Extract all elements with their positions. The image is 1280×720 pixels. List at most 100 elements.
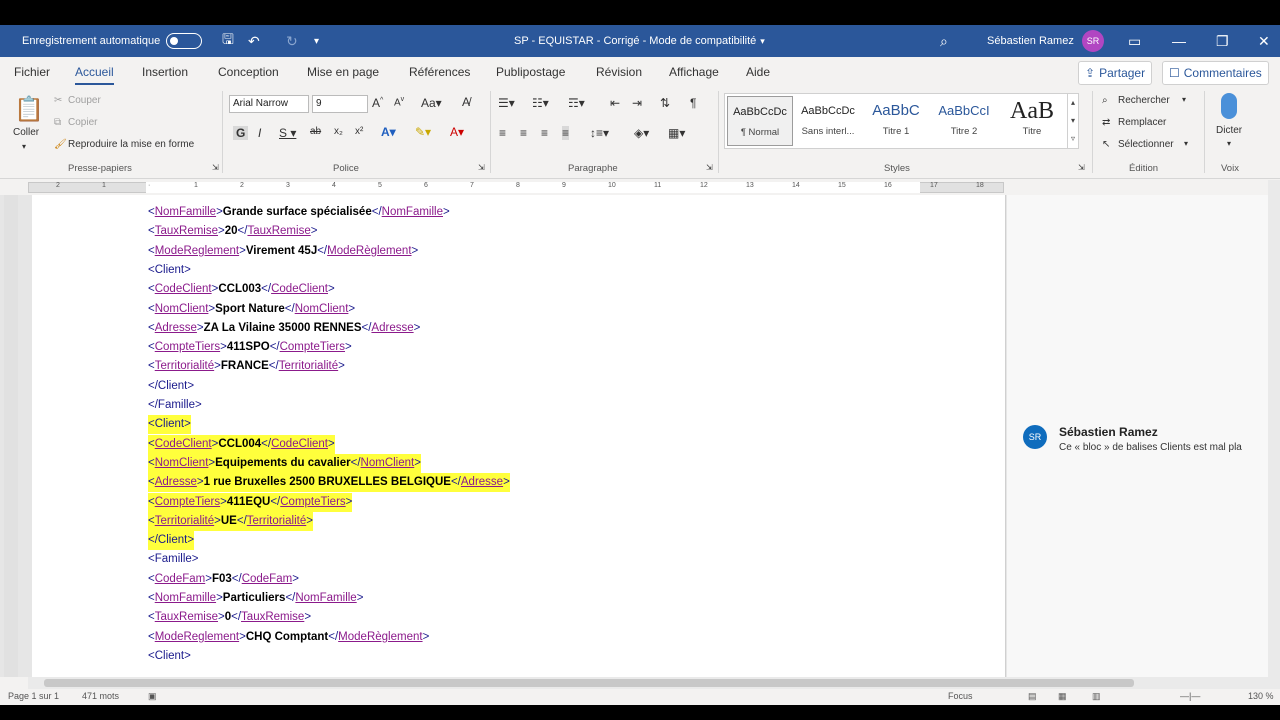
style-heading-2[interactable]: AaBbCcI Titre 2 xyxy=(931,96,997,146)
tab-aide[interactable]: Aide xyxy=(746,65,770,79)
xml-line[interactable]: </Client> xyxy=(148,377,194,396)
print-layout-icon[interactable]: ▦ xyxy=(1058,691,1067,702)
word-count[interactable]: 471 mots xyxy=(82,691,119,701)
paragraph-launcher-icon[interactable]: ⇲ xyxy=(706,163,713,172)
autosave-toggle[interactable] xyxy=(166,33,203,49)
select-icon[interactable]: ↖ xyxy=(1102,139,1110,150)
xml-line[interactable]: <NomFamille>Grande surface spécialisée</… xyxy=(148,203,450,222)
chevron-down-icon[interactable]: ▾ xyxy=(1182,95,1186,104)
text-effects-icon[interactable]: A▾ xyxy=(381,125,396,139)
clipboard-launcher-icon[interactable]: ⇲ xyxy=(212,163,219,172)
find-icon[interactable]: ⌕ xyxy=(1102,95,1108,106)
tab-accueil[interactable]: Accueil xyxy=(75,65,114,85)
user-avatar[interactable]: SR xyxy=(1082,30,1104,52)
style-heading-1[interactable]: AaBbC Titre 1 xyxy=(863,96,929,146)
tab-references[interactable]: Références xyxy=(409,65,470,79)
search-icon[interactable]: ⌕ xyxy=(940,25,948,57)
xml-line[interactable]: <Client> xyxy=(148,647,191,666)
paste-button[interactable]: Coller xyxy=(13,127,39,138)
shading-icon[interactable]: ◈▾ xyxy=(634,126,649,140)
line-spacing-icon[interactable]: ↕≡▾ xyxy=(590,126,609,140)
pilcrow-icon[interactable]: ¶ xyxy=(690,96,696,110)
web-layout-icon[interactable]: ▥ xyxy=(1092,691,1101,702)
tab-fichier[interactable]: Fichier xyxy=(14,65,50,79)
shrink-font-icon[interactable]: Av xyxy=(394,96,404,108)
xml-line[interactable]: <CompteTiers>411EQU</CompteTiers> xyxy=(148,492,353,512)
dictate-button[interactable]: Dicter xyxy=(1216,125,1242,136)
save-icon[interactable]: 🖫 xyxy=(222,25,234,57)
xml-line[interactable]: <ModeReglement>CHQ Comptant</ModeRègleme… xyxy=(148,628,429,647)
font-size-select[interactable]: 9 xyxy=(312,95,368,113)
zoom-slider[interactable]: —|— xyxy=(1180,691,1200,701)
tab-revision[interactable]: Révision xyxy=(596,65,642,79)
justify-icon[interactable]: ≡ xyxy=(562,126,570,140)
xml-line[interactable]: <CodeClient>CCL004</CodeClient> xyxy=(148,434,335,454)
document-title[interactable]: SP - EQUISTAR - Corrigé - Mode de compat… xyxy=(514,25,765,57)
redo-icon[interactable]: ↻ xyxy=(286,25,298,57)
close-icon[interactable]: ✕ xyxy=(1258,25,1270,57)
style-no-spacing[interactable]: AaBbCcDc Sans interl... xyxy=(795,96,861,146)
xml-line[interactable]: <CodeFam>F03</CodeFam> xyxy=(148,570,299,589)
microphone-icon[interactable] xyxy=(1221,93,1237,119)
tab-publipostage[interactable]: Publipostage xyxy=(496,65,565,79)
xml-line[interactable]: <CompteTiers>411SPO</CompteTiers> xyxy=(148,338,352,357)
replace-button[interactable]: Remplacer xyxy=(1118,117,1166,128)
italic-icon[interactable]: I xyxy=(258,126,261,140)
xml-line[interactable]: <Adresse>ZA La Vilaine 35000 RENNES</Adr… xyxy=(148,319,420,338)
grow-font-icon[interactable]: A^ xyxy=(372,96,383,110)
cut-icon[interactable]: ✂ xyxy=(54,95,62,106)
borders-icon[interactable]: ▦▾ xyxy=(668,126,685,140)
chevron-down-icon[interactable]: ▾ xyxy=(1184,139,1188,148)
find-button[interactable]: Rechercher xyxy=(1118,95,1170,106)
page-count[interactable]: Page 1 sur 1 xyxy=(8,691,59,701)
align-right-icon[interactable]: ≡ xyxy=(541,126,548,140)
xml-line[interactable]: </Client> xyxy=(148,531,195,551)
document-page[interactable]: <NomFamille>Grande surface spécialisée</… xyxy=(32,195,1006,677)
xml-line[interactable]: <Client> xyxy=(148,261,191,280)
tab-affichage[interactable]: Affichage xyxy=(669,65,719,79)
paste-chevron-icon[interactable]: ▾ xyxy=(22,142,26,151)
comment-text[interactable]: Ce « bloc » de balises Clients est mal p… xyxy=(1059,442,1279,453)
decrease-indent-icon[interactable]: ⇤ xyxy=(610,96,620,110)
xml-line[interactable]: <TauxRemise>0</TauxRemise> xyxy=(148,608,311,627)
align-center-icon[interactable]: ≡ xyxy=(520,126,527,140)
vertical-scrollbar[interactable] xyxy=(1268,180,1280,690)
style-title[interactable]: AaB Titre xyxy=(999,96,1065,146)
xml-line[interactable]: <NomClient>Sport Nature</NomClient> xyxy=(148,300,355,319)
xml-line[interactable]: <NomFamille>Particuliers</NomFamille> xyxy=(148,589,363,608)
minimize-icon[interactable]: — xyxy=(1172,25,1186,57)
horizontal-scrollbar[interactable] xyxy=(28,677,1268,689)
comment-author[interactable]: Sébastien Ramez xyxy=(1059,425,1158,439)
xml-line[interactable]: <Famille> xyxy=(148,550,199,569)
xml-line[interactable]: <Territorialité>UE</Territorialité> xyxy=(148,511,313,531)
xml-line[interactable]: <CodeClient>CCL003</CodeClient> xyxy=(148,280,335,299)
clear-formatting-icon[interactable]: A̸ xyxy=(462,95,470,109)
zoom-level[interactable]: 130 % xyxy=(1248,691,1274,701)
styles-launcher-icon[interactable]: ⇲ xyxy=(1078,163,1085,172)
user-name[interactable]: Sébastien Ramez xyxy=(987,25,1074,57)
underline-icon[interactable]: S ▾ xyxy=(279,126,296,140)
xml-line[interactable]: <ModeReglement>Virement 45J</ModeRègleme… xyxy=(148,242,418,261)
increase-indent-icon[interactable]: ⇥ xyxy=(632,96,642,110)
xml-line[interactable]: <NomClient>Equipements du cavalier</NomC… xyxy=(148,453,421,473)
xml-line[interactable]: <Client> xyxy=(148,415,191,435)
paste-icon[interactable]: 📋 xyxy=(14,95,44,124)
bold-icon[interactable]: G xyxy=(233,126,249,140)
style-normal[interactable]: AaBbCcDc ¶ Normal xyxy=(727,96,793,146)
tab-insertion[interactable]: Insertion xyxy=(142,65,188,79)
select-button[interactable]: Sélectionner xyxy=(1118,139,1174,150)
copy-icon[interactable]: ⧉ xyxy=(54,117,61,128)
restore-icon[interactable]: ❐ xyxy=(1216,25,1229,57)
tab-conception[interactable]: Conception xyxy=(218,65,279,79)
change-case-icon[interactable]: Aa▾ xyxy=(421,96,442,110)
format-painter-icon[interactable]: 🖌 xyxy=(54,139,67,150)
subscript-icon[interactable]: x₂ xyxy=(334,126,343,137)
font-launcher-icon[interactable]: ⇲ xyxy=(478,163,485,172)
sort-icon[interactable]: ⇅ xyxy=(660,96,670,110)
bullets-icon[interactable]: ☰▾ xyxy=(498,96,515,110)
xml-line[interactable]: <Territorialité>FRANCE</Territorialité> xyxy=(148,357,345,376)
xml-line[interactable]: <Adresse>1 rue Bruxelles 2500 BRUXELLES … xyxy=(148,473,510,493)
proofing-icon[interactable]: ▣ xyxy=(148,691,157,702)
vertical-ruler[interactable] xyxy=(4,195,18,677)
cut-button[interactable]: Couper xyxy=(68,95,101,106)
